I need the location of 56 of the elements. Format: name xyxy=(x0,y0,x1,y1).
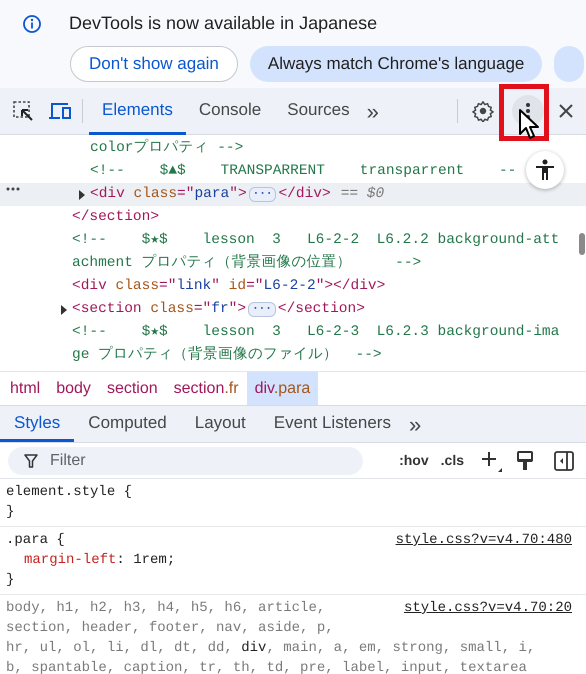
info-icon xyxy=(22,14,42,34)
sidebar-tab[interactable]: Computed xyxy=(74,406,181,442)
more-tabs-button[interactable]: » xyxy=(404,406,426,442)
rule-closing-brace: } xyxy=(6,503,14,522)
stylesheet-link[interactable]: style.css?v=v4.70:20 xyxy=(404,598,572,618)
breadcrumb-item[interactable]: section xyxy=(98,372,166,405)
dom-node-line[interactable]: colorプロパティ --> xyxy=(0,137,586,160)
collapsed-content-button[interactable]: ··· xyxy=(248,187,276,202)
dom-node-line[interactable]: ge プロパティ（背景画像のファイル） --> xyxy=(0,344,586,367)
breadcrumb-item[interactable]: div.para xyxy=(246,372,318,405)
expand-caret-icon[interactable] xyxy=(78,190,86,200)
expand-caret-icon[interactable] xyxy=(60,304,68,314)
scrollbar-thumb[interactable] xyxy=(579,233,585,255)
breadcrumb-item[interactable]: section.fr xyxy=(166,372,247,405)
sidebar-tab[interactable]: Event Listeners xyxy=(260,406,405,442)
banner-button[interactable]: Always match Chrome's language xyxy=(250,46,542,82)
collapsed-content-button[interactable]: ··· xyxy=(248,302,276,317)
css-selector: body, h1, h2, h3, h4, h5, h6, article, xyxy=(6,599,326,618)
dom-node-line[interactable]: <section class="fr"> ··· </section> xyxy=(0,298,586,321)
breadcrumb-item[interactable]: body xyxy=(48,372,99,405)
dom-node-line[interactable]: <div class="link" id="L6-2-2"></div> xyxy=(0,275,586,298)
dom-node-line[interactable]: </section> xyxy=(0,206,586,229)
close-icon[interactable] xyxy=(558,103,574,119)
sidebar-tab[interactable]: Layout xyxy=(180,406,260,442)
hover-state-button[interactable]: :hov xyxy=(399,450,429,471)
sidebar-toggle-icon[interactable] xyxy=(554,450,574,470)
accessibility-icon xyxy=(535,159,555,181)
dom-node-line[interactable]: achment プロパティ（背景画像の位置） --> xyxy=(0,252,586,275)
device-toggle-icon[interactable] xyxy=(48,101,72,121)
css-selector: section, header, footer, nav, aside, p, xyxy=(6,619,334,638)
dom-node-line[interactable]: <!-- $★$ lesson 3 L6-2-2 L6.2.2 background-att xyxy=(0,229,586,252)
panel-tab[interactable]: Sources xyxy=(274,88,363,134)
more-tabs-button[interactable]: » xyxy=(366,94,379,128)
css-declaration: margin-left: 1rem; xyxy=(23,551,176,570)
add-rule-icon[interactable] xyxy=(480,450,502,472)
node-actions-icon[interactable] xyxy=(6,187,20,191)
breadcrumb-item[interactable]: html xyxy=(2,372,48,405)
class-toggle-button[interactable]: .cls xyxy=(440,450,464,471)
css-selector: .para { xyxy=(6,531,65,550)
banner-button[interactable]: Don't show again xyxy=(70,46,238,82)
css-selector: element.style { xyxy=(6,483,132,502)
settings-icon[interactable] xyxy=(472,100,494,122)
rule-closing-brace: } xyxy=(6,571,14,590)
banner-message: DevTools is now available in Japanese xyxy=(69,12,378,35)
css-selector: hr, ul, ol, li, dl, dt, dd, div, main, a, em, strong, small, i, xyxy=(6,639,536,658)
dom-node-line[interactable]: <!-- $▲$ TRANSPARRENT transparrent -- xyxy=(0,160,586,183)
paint-brush-icon[interactable] xyxy=(516,450,534,470)
accessibility-button[interactable] xyxy=(526,151,564,189)
filter-field[interactable]: Filter xyxy=(8,446,363,474)
sidebar-tab[interactable]: Styles xyxy=(0,406,74,442)
panel-tab[interactable]: Console xyxy=(186,88,274,134)
stylesheet-link[interactable]: style.css?v=v4.70:480 xyxy=(396,530,572,550)
dom-node-line[interactable]: <!-- $★$ lesson 3 L6-2-3 L6.2.3 background-ima xyxy=(0,321,586,344)
filter-icon xyxy=(24,454,38,468)
inspect-element-icon[interactable] xyxy=(12,100,34,122)
css-selector: b, spantable, caption, tr, th, td, pre, label, input, textarea xyxy=(6,659,527,674)
